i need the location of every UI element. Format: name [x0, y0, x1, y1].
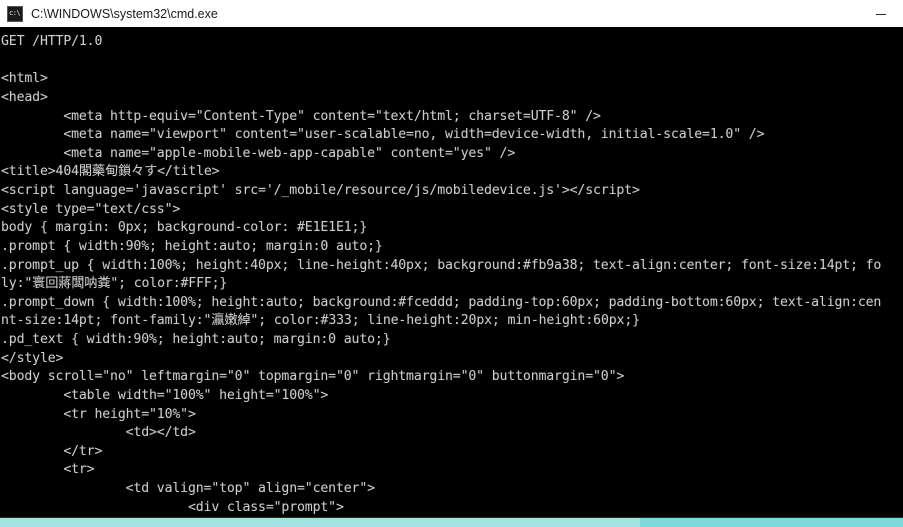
- horizontal-scrollbar-thumb[interactable]: [0, 518, 640, 527]
- console-text: GET /HTTP/1.0 <html> <head> <meta http-e…: [1, 34, 882, 527]
- cmd-console-icon: [7, 5, 23, 22]
- horizontal-scrollbar[interactable]: [0, 517, 903, 527]
- window-controls: [858, 0, 903, 27]
- cmd-console-window: C:\WINDOWS\system32\cmd.exe GET /HTTP/1.…: [0, 0, 903, 527]
- title-bar[interactable]: C:\WINDOWS\system32\cmd.exe: [0, 0, 903, 29]
- minimize-button[interactable]: [858, 0, 903, 27]
- window-title: C:\WINDOWS\system32\cmd.exe: [31, 6, 218, 21]
- console-output-area[interactable]: GET /HTTP/1.0 <html> <head> <meta http-e…: [0, 29, 903, 527]
